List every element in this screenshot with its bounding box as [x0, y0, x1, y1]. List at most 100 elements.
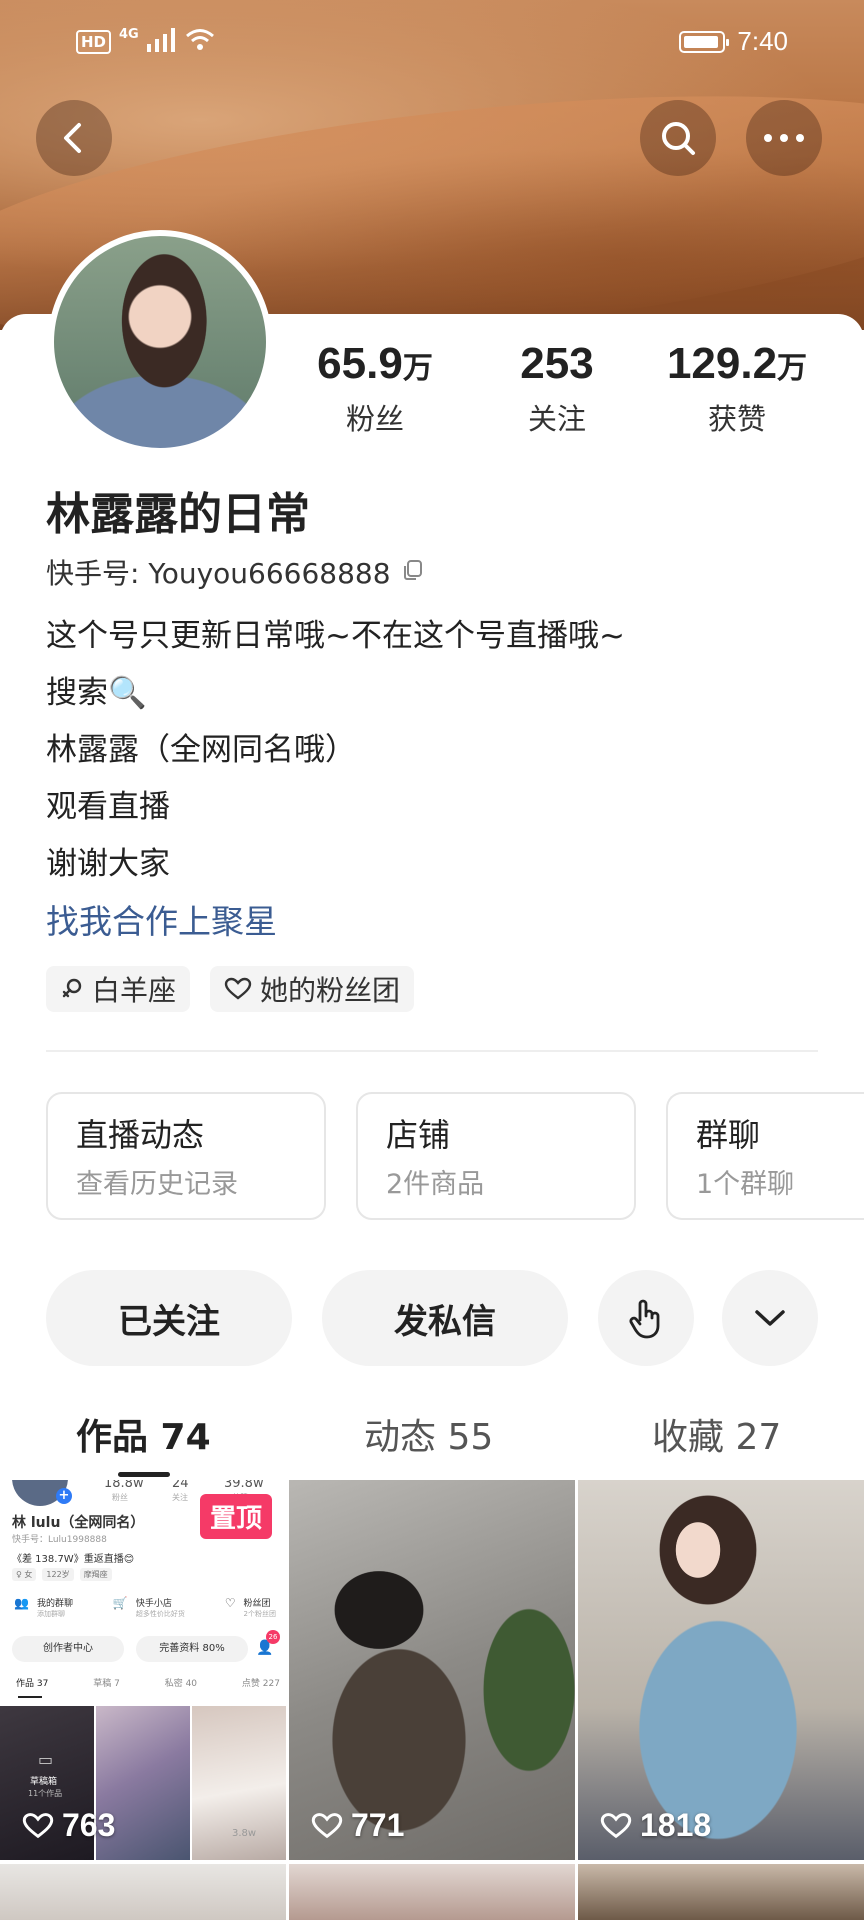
thumb-stat-following-label: 关注: [172, 1493, 188, 1502]
video-thumbnail[interactable]: [578, 1864, 864, 1920]
profile-name: 林露露的日常: [46, 489, 310, 540]
followed-button[interactable]: 已关注: [46, 1270, 292, 1366]
thumb-badge: 26: [266, 1630, 280, 1644]
thumb-cart-icon: 🛒: [112, 1596, 128, 1610]
copy-icon[interactable]: [401, 556, 425, 589]
stat-following-label: 关注: [527, 402, 586, 436]
more-button[interactable]: [746, 100, 822, 176]
thumb-heart-icon: ♡: [224, 1596, 236, 1610]
thumb-folder-icon: ▭: [38, 1750, 54, 1769]
thumb-feature: 🛒 快手小店 超多性价比好货: [113, 1596, 185, 1619]
thumb-chip: 摩羯座: [79, 1568, 112, 1581]
network-label: 4G: [119, 26, 139, 42]
thumb-tabs: 作品 37 草稿 7 私密 40 点赞 227: [16, 1676, 280, 1689]
video-thumbnail[interactable]: 771: [289, 1480, 575, 1860]
expand-button[interactable]: [722, 1270, 818, 1366]
feature-subtitle: 2件商品: [386, 1169, 485, 1200]
feature-title: 店铺: [386, 1116, 451, 1154]
thumb-tab: 私密 40: [164, 1679, 198, 1689]
tag-zodiac[interactable]: 白羊座: [46, 966, 191, 1012]
stat-likes-label: 获赞: [707, 402, 766, 436]
kuaishou-id: 快手号: Youyou66668888: [46, 552, 425, 592]
stat-fans-value: 65.9: [317, 339, 403, 388]
thumb-stat-likes: 39.8w: [224, 1480, 264, 1491]
video-likes-count: 771: [351, 1807, 405, 1843]
thumb-follow-icon: +: [56, 1488, 72, 1504]
thumb-chip: 122岁: [42, 1568, 74, 1581]
cooperation-link[interactable]: 找我合作上聚星: [46, 893, 625, 950]
tag-fan-club[interactable]: 她的粉丝团: [210, 966, 415, 1012]
thumb-tab: 作品 37: [16, 1679, 49, 1689]
video-likes-count: 1818: [640, 1807, 712, 1843]
video-thumbnail[interactable]: [0, 1864, 286, 1920]
thumb-complete-profile-button: 完善资料 80%: [136, 1636, 248, 1662]
tab-works[interactable]: 作品 74: [76, 1408, 211, 1460]
thumb-stat-following: 24: [172, 1480, 189, 1491]
video-likes-count: 763: [62, 1807, 116, 1843]
thumb-tab-indicator: [18, 1696, 42, 1698]
thumb-stat-fans: 18.8w: [104, 1480, 144, 1491]
thumb-id: 快手号：Lulu1998888: [12, 1535, 107, 1545]
bio-line: 林露露（全网同名哦）: [46, 732, 356, 768]
bio-line: 搜索🔍: [46, 675, 147, 711]
heart-icon: [600, 1812, 632, 1838]
thumb-tab: 点赞 227: [241, 1679, 280, 1689]
thumb-creator-center-button: 创作者中心: [12, 1636, 124, 1662]
stat-fans-unit: 万: [402, 351, 433, 386]
thumb-draft-sub: 11个作品: [28, 1789, 63, 1798]
tab-moments[interactable]: 动态 55: [364, 1408, 493, 1460]
video-thumbnail[interactable]: + 18.8w 粉丝 24 关注 39.8w 获赞 置顶 林 lulu（全网同名…: [0, 1480, 286, 1860]
thumb-group-icon: 👥: [14, 1596, 29, 1610]
feature-subtitle: 1个群聊: [696, 1169, 795, 1200]
stat-following[interactable]: 253 关注: [472, 336, 642, 438]
pinned-badge: 置顶: [199, 1494, 272, 1539]
feature-live-history[interactable]: 直播动态 查看历史记录: [46, 1092, 326, 1220]
feature-title: 直播动态: [76, 1116, 205, 1154]
tab-favorites[interactable]: 收藏 27: [652, 1408, 781, 1460]
tap-button[interactable]: [598, 1270, 694, 1366]
bio-line: 观看直播: [46, 789, 170, 825]
video-likes: 1818: [600, 1807, 711, 1844]
section-divider: [46, 1050, 818, 1052]
feature-subtitle: 查看历史记录: [76, 1169, 238, 1200]
back-button[interactable]: [36, 100, 112, 176]
heart-icon: [22, 1812, 54, 1838]
content-tabs: 作品 74 动态 55 收藏 27: [0, 1400, 864, 1480]
stat-fans[interactable]: 65.9万 粉丝: [290, 336, 460, 438]
tag-fan-club-label: 她的粉丝团: [260, 974, 401, 1007]
thumb-feature: ♡ 粉丝团 2个粉丝团: [225, 1596, 276, 1619]
thumb-tab: 草稿 7: [93, 1679, 120, 1689]
thumb-chips: ♀ 女 122岁 摩羯座: [12, 1568, 112, 1581]
stat-likes[interactable]: 129.2万 获赞: [652, 336, 822, 438]
heart-icon: [224, 977, 252, 1000]
avatar[interactable]: [48, 230, 272, 454]
thumb-views: 3.8w: [232, 1828, 257, 1839]
more-dots-icon: [764, 134, 804, 142]
stat-following-value: 253: [520, 339, 594, 388]
status-time: 7:40: [737, 26, 788, 56]
thumb-feature-title: 粉丝团: [243, 1599, 271, 1609]
chevron-down-icon: [755, 1310, 785, 1326]
thumb-feature-title: 快手小店: [135, 1599, 172, 1609]
thumb-feature-sub: 2个粉丝团: [243, 1610, 276, 1618]
hd-badge: HD: [76, 30, 112, 54]
video-thumbnail[interactable]: 1818: [578, 1480, 864, 1860]
thumb-chip: ♀ 女: [12, 1568, 37, 1581]
send-message-button[interactable]: 发私信: [322, 1270, 568, 1366]
thumb-feature-title: 我的群聊: [36, 1599, 73, 1609]
feature-group-chat[interactable]: 群聊 1个群聊: [666, 1092, 864, 1220]
search-button[interactable]: [640, 100, 716, 176]
video-likes: 771: [311, 1807, 404, 1844]
heart-icon: [311, 1812, 343, 1838]
thumb-line: 《差 138.7W》重返直播😊: [12, 1554, 135, 1565]
status-bar: HD 4G 7:40: [0, 0, 864, 86]
stat-likes-unit: 万: [777, 351, 808, 386]
search-icon: [662, 122, 695, 155]
feature-shop[interactable]: 店铺 2件商品: [356, 1092, 636, 1220]
stat-likes-value: 129.2: [666, 339, 778, 388]
video-thumbnail[interactable]: [289, 1864, 575, 1920]
thumb-draft-title: 草稿箱: [30, 1777, 58, 1787]
bio-line: 谢谢大家: [46, 846, 170, 882]
female-icon: [62, 978, 82, 998]
thumb-feature-sub: 超多性价比好货: [135, 1610, 185, 1618]
